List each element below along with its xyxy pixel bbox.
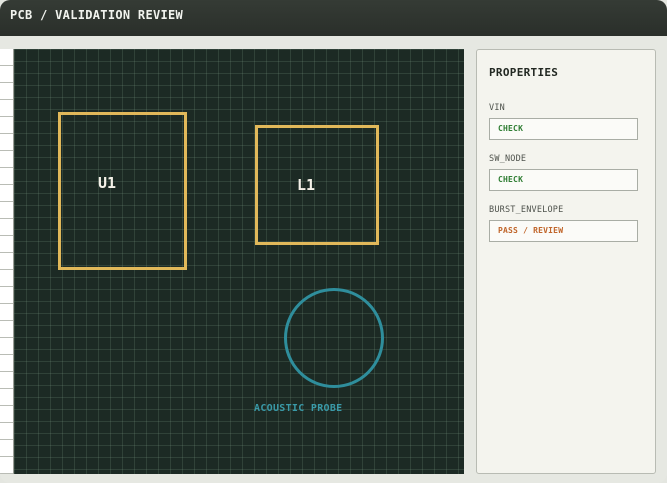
component-u1-label: U1 [98,174,117,192]
property-burst-envelope-label: BURST_ENVELOPE [489,205,564,215]
component-u1[interactable]: U1 [58,112,187,270]
property-sw-node-label: SW_NODE [489,154,527,164]
window-title: PCB / VALIDATION REVIEW [10,8,184,22]
properties-panel: PROPERTIES VIN CHECK SW_NODE CHECK BURST… [476,49,656,474]
app-window: PCB / VALIDATION REVIEW U1 L1 ACOUSTIC P… [0,0,667,483]
property-burst-envelope: BURST_ENVELOPE PASS / REVIEW [489,205,643,242]
acoustic-probe-circle[interactable] [284,288,384,388]
property-vin-label: VIN [489,103,505,113]
property-sw-node: SW_NODE CHECK [489,154,643,191]
property-vin-value[interactable]: CHECK [489,118,638,140]
title-bar: PCB / VALIDATION REVIEW [0,0,667,36]
property-sw-node-value[interactable]: CHECK [489,169,638,191]
acoustic-probe-label: ACOUSTIC PROBE [254,403,343,414]
component-l1[interactable]: L1 [255,125,379,245]
component-l1-label: L1 [297,176,316,194]
property-burst-envelope-value[interactable]: PASS / REVIEW [489,220,638,242]
pcb-canvas[interactable]: U1 L1 ACOUSTIC PROBE [14,49,464,474]
vertical-ruler [0,49,14,474]
properties-title: PROPERTIES [489,66,559,79]
property-vin: VIN CHECK [489,103,643,140]
